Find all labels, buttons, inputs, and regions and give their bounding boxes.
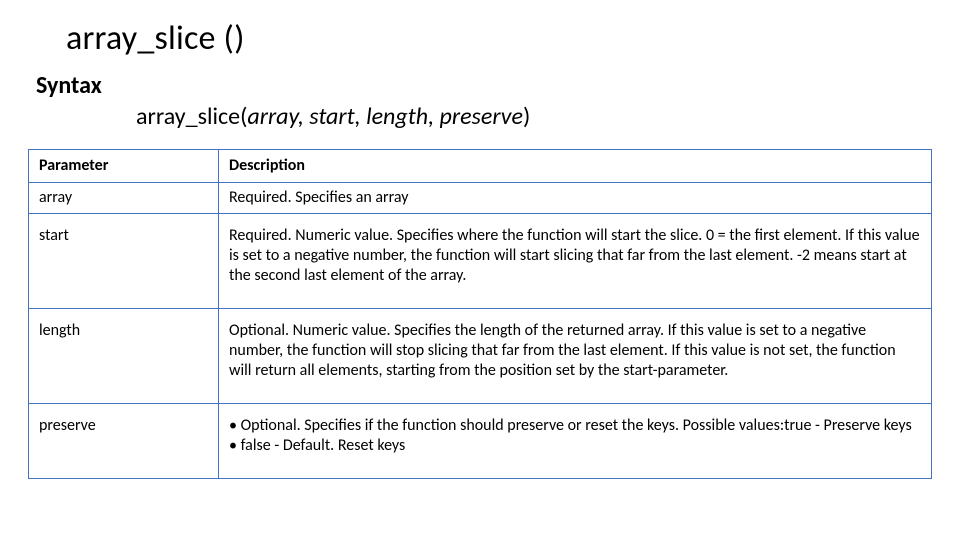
table-row: start Required. Numeric value. Specifies… [29,214,932,309]
syntax-args: array, start, length, preserve [247,102,523,131]
param-name: array [29,183,219,214]
bullet-line: • Optional. Specifies if the function sh… [229,416,921,436]
table-row: length Optional. Numeric value. Specifie… [29,309,932,404]
syntax-heading: Syntax [36,71,932,100]
param-desc: • Optional. Specifies if the function sh… [219,404,932,479]
doc-page: array_slice () Syntax array_slice(array,… [0,0,960,479]
table-row: preserve • Optional. Specifies if the fu… [29,404,932,479]
param-name: preserve [29,404,219,479]
table-header-row: Parameter Description [29,150,932,183]
param-name: length [29,309,219,404]
params-table: Parameter Description array Required. Sp… [28,149,932,479]
param-desc: Optional. Numeric value. Specifies the l… [219,309,932,404]
param-name: start [29,214,219,309]
col-header-parameter: Parameter [29,150,219,183]
table-row: array Required. Specifies an array [29,183,932,214]
param-desc: Required. Specifies an array [219,183,932,214]
syntax-fn-open: array_slice( [136,102,247,131]
col-header-description: Description [219,150,932,183]
syntax-fn-close: ) [523,102,530,131]
param-desc: Required. Numeric value. Specifies where… [219,214,932,309]
bullet-line: • false - Default. Reset keys [229,436,921,456]
syntax-signature: array_slice(array, start, length, preser… [136,102,932,131]
page-title: array_slice () [66,18,932,59]
